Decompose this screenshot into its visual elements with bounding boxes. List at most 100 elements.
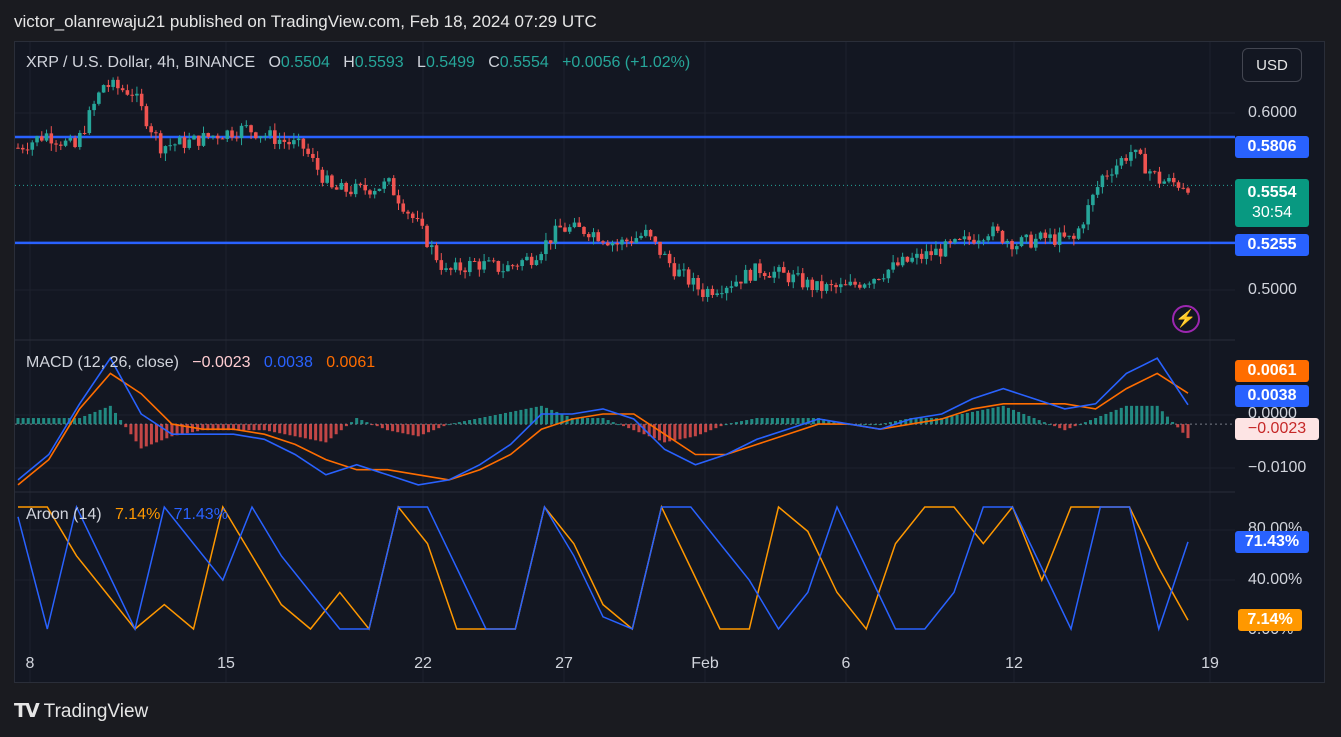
flash-icon[interactable]: ⚡ — [1172, 305, 1200, 333]
x-axis-label: 12 — [1005, 655, 1023, 672]
candle-body — [582, 226, 586, 235]
aroon-down-line — [18, 504, 1189, 631]
candle-body — [1024, 234, 1029, 238]
macd-signal-value: 0.0061 — [326, 354, 376, 371]
candle-body — [344, 182, 348, 192]
macd-histogram-bar — [1053, 424, 1057, 427]
candle-body — [1167, 177, 1171, 182]
macd-histogram-bar — [678, 424, 682, 440]
macd-histogram-bar — [293, 424, 297, 437]
macd-histogram-bar — [411, 424, 415, 436]
macd-histogram-bar — [1042, 422, 1046, 425]
macd-histogram-bar — [591, 418, 595, 425]
macd-histogram-bar — [1140, 405, 1144, 425]
candle-body — [615, 242, 620, 245]
candle-body — [334, 187, 339, 190]
aroon-legend: Aroon (14) 7.14% 71.43% — [26, 506, 228, 524]
macd-histogram-bar — [519, 409, 523, 425]
currency-button[interactable]: USD — [1242, 48, 1302, 82]
aroon-title[interactable]: Aroon (14) — [26, 506, 102, 523]
candle-body — [163, 146, 168, 154]
last-price-tag: 0.5554 30:54 — [1235, 179, 1309, 227]
macd-histogram-bar — [406, 424, 410, 435]
macd-histogram-bar — [1058, 424, 1062, 429]
macd-line-value: 0.0038 — [263, 354, 313, 371]
candle-body — [187, 139, 192, 148]
candle-body — [1095, 187, 1100, 195]
macd-histogram-bar — [863, 424, 867, 426]
candle-body — [125, 90, 130, 95]
macd-histogram-bar — [770, 418, 774, 425]
candle-body — [501, 271, 505, 273]
bar-countdown: 30:54 — [1251, 204, 1293, 221]
macd-histogram-bar — [714, 424, 718, 429]
candle-body — [553, 225, 558, 244]
macd-histogram-bar — [267, 424, 271, 432]
macd-histogram-bar — [1017, 411, 1021, 425]
candle-body — [1081, 224, 1086, 229]
candle-body — [401, 203, 406, 212]
candle-body — [724, 287, 729, 294]
candle-body — [230, 130, 234, 138]
macd-histogram-bar — [452, 423, 456, 425]
macd-histogram-bar — [457, 422, 461, 425]
candle-body — [349, 191, 353, 195]
macd-histogram-bar — [129, 424, 133, 435]
candle-body — [872, 279, 876, 284]
macd-histogram-bar — [134, 424, 138, 442]
macd-histogram-bar — [1063, 424, 1067, 431]
x-axis-label: 6 — [841, 655, 851, 672]
macd-histogram-bar — [1186, 424, 1190, 439]
candle-body — [762, 273, 767, 277]
candle-body — [834, 284, 838, 288]
candle-body — [648, 229, 653, 237]
footer-brand[interactable]: 𝗧𝗩 TradingView — [14, 700, 148, 723]
macd-histogram-bar — [262, 424, 266, 431]
candle-body — [853, 281, 857, 285]
candle-body — [1119, 158, 1124, 166]
macd-histogram-bar — [31, 418, 35, 425]
candle-body — [1110, 174, 1114, 176]
macd-histogram-bar — [16, 418, 20, 425]
candle-body — [710, 288, 715, 296]
candle-body — [962, 236, 967, 240]
candle-body — [415, 218, 420, 220]
macd-histogram-bar — [622, 424, 626, 427]
macd-histogram-bar — [355, 418, 359, 425]
macd-histogram-bar — [586, 418, 590, 425]
x-axis-label: 27 — [555, 655, 573, 672]
macd-title[interactable]: MACD (12, 26, close) — [26, 354, 179, 371]
x-axis-label: 8 — [25, 655, 35, 672]
macd-histogram-bar — [385, 424, 389, 431]
macd-histogram-bar — [529, 407, 533, 425]
candle-body — [25, 149, 30, 151]
macd-histogram-bar — [52, 418, 56, 425]
macd-histogram-bar — [704, 424, 708, 433]
candle-body — [639, 235, 643, 239]
candle-body — [429, 245, 434, 248]
macd-histogram-bar — [683, 424, 687, 439]
candle-body — [796, 273, 800, 275]
candle-body — [696, 278, 700, 290]
macd-histogram-bar — [1155, 405, 1159, 425]
macd-histogram-bar — [26, 418, 30, 425]
macd-histogram-bar — [1114, 409, 1118, 425]
macd-histogram-bar — [334, 424, 338, 435]
candle-body — [800, 273, 805, 288]
macd-histogram-bar — [688, 424, 692, 438]
candle-body — [563, 227, 567, 232]
macd-histogram-bar — [473, 419, 477, 425]
price-legend: XRP / U.S. Dollar, 4h, BINANCE O0.5504 H… — [26, 54, 691, 71]
candle-body — [910, 257, 914, 262]
candle-body — [135, 93, 139, 96]
macd-histogram-bar — [1006, 407, 1010, 425]
macd-histogram-bar — [350, 422, 354, 425]
macd-histogram-bar — [1012, 409, 1016, 425]
symbol-label[interactable]: XRP / U.S. Dollar, 4h, BINANCE — [26, 54, 255, 71]
macd-histogram-bar — [729, 423, 733, 425]
macd-histogram-bar — [432, 424, 436, 431]
candle-body — [211, 135, 215, 137]
candle-body — [777, 267, 781, 272]
candle-body — [1010, 240, 1014, 250]
candle-body — [54, 143, 58, 145]
